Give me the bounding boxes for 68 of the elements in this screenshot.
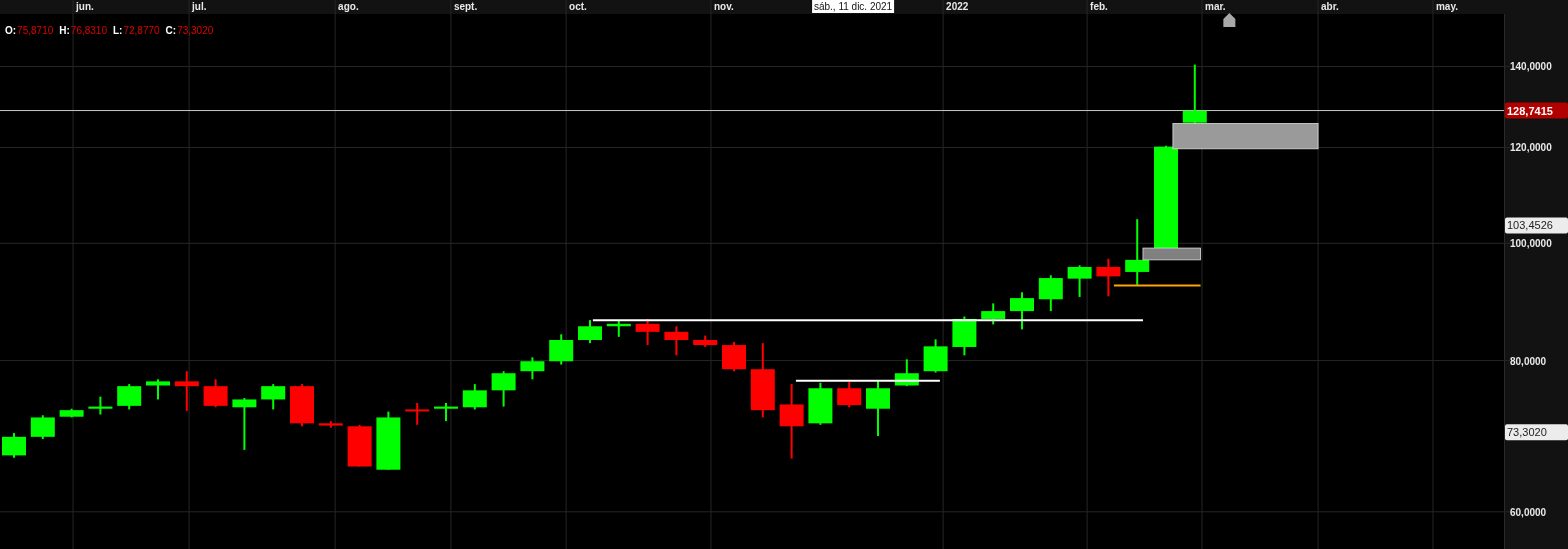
candlestick [808,382,833,425]
candlestick [1125,219,1150,285]
candlestick [1010,292,1034,330]
candlestick [1038,275,1063,312]
candlestick [462,384,487,410]
crosshair-date-label: sáb., 11 dic. 2021 [812,0,895,13]
ohlc-value: 72,8770 [123,25,160,36]
candlestick [894,359,919,387]
time-axis-label: nov. [713,1,734,12]
candlestick [376,411,401,470]
time-axis-label: abr. [1321,1,1339,12]
candlestick [88,396,113,415]
candlestick [434,403,458,422]
candlestick [923,339,948,373]
time-axis-label: oct. [569,1,587,12]
ohlc-value: 73,3020 [177,25,214,36]
price-zone[interactable] [1142,247,1201,261]
ohlc-label: L: [113,25,123,36]
ohlc-value: 75,8710 [17,25,54,36]
price-axis-label: 80,0000 [1510,355,1547,367]
time-axis-label: mar. [1205,1,1226,12]
candlestick [866,380,890,437]
candlestick [1096,258,1121,297]
candlestick [232,398,257,450]
marker-icon[interactable] [1223,13,1236,27]
price-zone[interactable] [1172,123,1319,150]
time-axis-label: sept. [453,1,478,12]
candlestick [491,371,516,407]
candlestick [722,341,746,372]
candlestick [261,384,286,410]
ohlc-label: C: [165,25,177,36]
price-axis-label: 140,0000 [1510,61,1552,73]
candlestick [520,357,545,380]
ohlc-label: H: [59,25,70,36]
candlestick [664,326,689,356]
candlestick [635,318,660,346]
candlestick [693,335,718,347]
candlestick [1067,265,1092,297]
candlestick [549,334,574,365]
candlestick [347,424,372,467]
candlestick [837,382,862,408]
candlestick [290,384,314,427]
trend-line[interactable] [1112,284,1202,287]
ohlc-value: 76,8310 [70,25,107,36]
candlestick [30,415,55,440]
candlestick [146,379,170,400]
time-axis-label: 2022 [946,1,969,12]
candlestick [981,303,1006,325]
time-axis-label: jul. [192,1,207,12]
ohlc-label: O: [5,25,17,36]
candlestick [405,403,430,425]
price-axis-label: 60,0000 [1510,506,1547,518]
time-axis-label: ago. [338,1,359,12]
time-axis-label: feb. [1090,1,1108,12]
candlestick [952,316,977,356]
time-axis-label: jun. [76,1,94,12]
candlestick [2,433,26,458]
time-axis-label: may. [1436,1,1459,12]
candlestick [606,320,631,337]
candlestick [59,408,84,418]
price-axis-label: 100,0000 [1510,238,1552,250]
candlestick [174,371,199,411]
price-tag: 103,4526 [1505,217,1568,234]
price-axis-label: 120,0000 [1510,142,1552,154]
candlestick [203,379,228,408]
candlestick [117,384,142,410]
candlestick [578,320,602,344]
price-tag: 73,3020 [1505,424,1568,441]
